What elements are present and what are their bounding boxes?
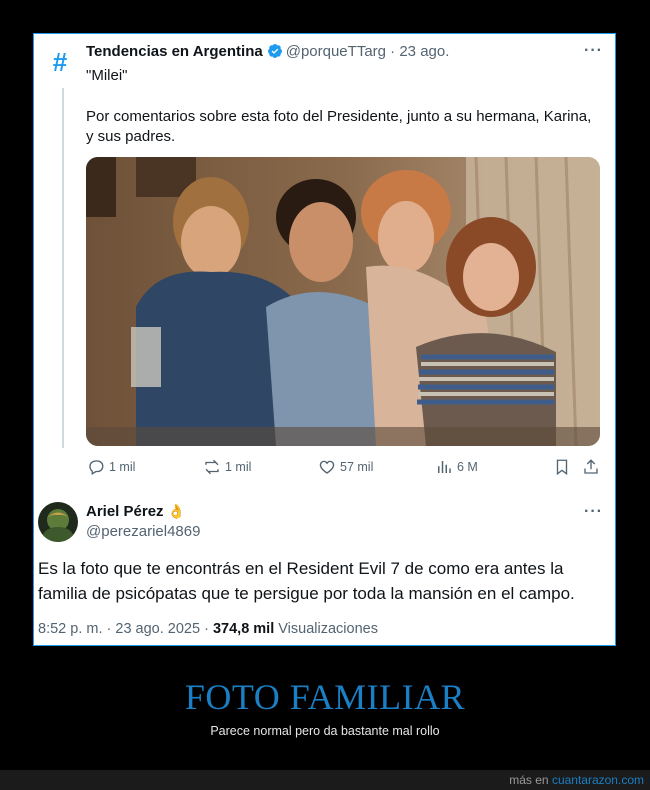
tweet-text-line: Por comentarios sobre esta foto del Pres… <box>86 108 592 125</box>
footer-text: más en cuantarazon.com <box>509 773 644 787</box>
post-title: FOTO FAMILIAR <box>184 677 466 717</box>
like-count: 57 mil <box>340 460 374 474</box>
bookmark-action[interactable] <box>553 458 571 476</box>
footer-prefix: más en <box>509 773 549 787</box>
analytics-icon <box>438 461 451 473</box>
separator-dot: · <box>390 43 396 60</box>
tweet-text-title: "Milei" <box>86 67 128 84</box>
footer-bar: más en cuantarazon.com <box>0 770 650 790</box>
reply-time[interactable]: 8:52 p. m. <box>38 621 102 637</box>
quoted-tweet-header: Tendencias en Argentina @porqueTTarg · 23… <box>86 43 449 60</box>
reply-action[interactable]: 1 mil <box>87 458 135 476</box>
view-count: 6 M <box>457 460 478 474</box>
family-photo[interactable] <box>86 157 600 446</box>
reply-meta: 8:52 p. m. · 23 ago. 2025 · 374,8 mil Vi… <box>38 621 378 637</box>
site-link[interactable]: cuantarazon.com <box>552 773 644 787</box>
hashtag-icon: # <box>52 47 68 77</box>
reply-text: Es la foto que te encontrás en el Reside… <box>38 559 575 603</box>
views-label: Visualizaciones <box>278 621 378 637</box>
like-action[interactable]: 57 mil <box>318 458 373 476</box>
bookmark-icon <box>556 459 568 476</box>
views-action[interactable]: 6 M <box>435 458 478 476</box>
account-name[interactable]: Tendencias en Argentina <box>86 43 263 60</box>
reply-icon <box>89 460 104 475</box>
post-subtitle: Parece normal pero da bastante mal rollo <box>210 724 440 738</box>
separator-dot: · <box>106 621 112 637</box>
reply-count: 1 mil <box>109 460 136 474</box>
ok-hand-emoji: 👌 <box>167 503 186 519</box>
share-icon <box>584 459 598 474</box>
more-options-icon[interactable]: ··· <box>584 503 603 521</box>
repost-icon <box>205 459 219 475</box>
views-count: 374,8 mil <box>212 621 275 637</box>
separator-dot: · <box>204 621 209 637</box>
heart-icon <box>319 460 335 474</box>
reply-date[interactable]: 23 ago. 2025 <box>115 621 200 637</box>
reply-author-handle[interactable]: @perezariel4869 <box>86 523 200 540</box>
more-options-icon[interactable]: ··· <box>584 42 603 60</box>
repost-action[interactable]: 1 mil <box>203 458 251 476</box>
account-handle[interactable]: @porqueTTarg <box>286 43 386 60</box>
share-action[interactable] <box>582 458 600 476</box>
repost-count: 1 mil <box>225 460 252 474</box>
thread-line <box>62 88 64 448</box>
tweet-date[interactable]: 23 ago. <box>399 43 449 60</box>
avatar[interactable] <box>38 502 78 542</box>
verified-badge-icon <box>267 44 282 58</box>
tweet-text-line: y sus padres. <box>86 128 176 145</box>
reply-author-name[interactable]: Ariel Pérez 👌 <box>86 503 185 520</box>
